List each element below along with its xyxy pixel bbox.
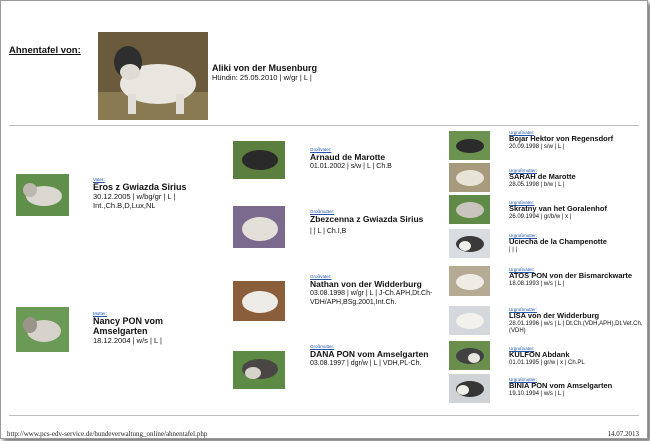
grandparent-1-info: 01.01.2002 | s/w | L | Ch.B: [310, 163, 392, 170]
great-grandparent-8-photo: [449, 374, 490, 403]
great-grandparent-3-name: Skratny van het Goralenhof: [509, 204, 607, 213]
footer-date: 14.07.2013: [607, 430, 640, 438]
great-grandparent-2-info: 28.05.1998 | b/w | L |: [509, 181, 565, 188]
great-grandparent-1-name: Bojar Hektor von Regensdorf: [509, 134, 614, 143]
father-name: Eros z Gwiazda Sirius: [93, 182, 187, 192]
grandparent-3-info: 03.08.1998 | w/gr | L | J-Ch.APH,Dt.Ch-V…: [310, 290, 433, 306]
pedigree-page: Ahnentafel von: Aliki von der Musenburg …: [0, 0, 648, 439]
great-grandparent-7-info: 01.01.1995 | gr/w | x | Ch.PL: [509, 359, 585, 366]
divider-top: [9, 125, 639, 126]
grandparent-3-name: Nathan von der Widderburg: [310, 279, 422, 289]
grandparent-4-photo: [233, 351, 285, 389]
grandparent-3-photo: [233, 281, 285, 321]
great-grandparent-7-photo: [449, 341, 490, 370]
great-grandparent-2-name: SARAH de Marotte: [509, 172, 576, 181]
footer-url: http://www.pcs-edv-service.de/hundeverwa…: [7, 430, 208, 438]
great-grandparent-5-photo: [449, 266, 490, 296]
great-grandparent-1-photo: [449, 131, 490, 160]
grandparent-2-name: Zbezcenna z Gwiazda Sirius: [310, 214, 424, 224]
father-photo: [16, 174, 69, 216]
grandparent-2-photo: [233, 206, 285, 248]
great-grandparent-6-photo: [449, 306, 490, 335]
father-info: 30.12.2005 | w/bg/gr | L | Int.,Ch.B,D,L…: [93, 192, 176, 210]
great-grandparent-7-name: KULFON Abdank: [509, 350, 570, 359]
grandparent-2-info: | | L | Ch.I,B: [310, 228, 347, 235]
great-grandparent-8-name: BINIA PON vom Amselgarten: [509, 381, 613, 390]
main-dog-info: Hündin: 25.05.2010 | w/gr | L |: [212, 73, 312, 82]
great-grandparent-3-info: 26.09.1994 | gr/b/w | x |: [509, 213, 572, 220]
grandparent-4-name: DANA PON vom Amselgarten: [310, 349, 429, 359]
great-grandparent-3-photo: [449, 195, 490, 224]
great-grandparent-8-info: 19.10.1994 | w/s | L |: [509, 390, 565, 397]
great-grandparent-4-name: Uciecha de la Champenotte: [509, 237, 607, 246]
main-dog-photo: [98, 32, 208, 120]
great-grandparent-4-info: | | |: [509, 246, 518, 253]
mother-photo: [16, 307, 69, 352]
great-grandparent-5-info: 18.08.1993 | w/s | L |: [509, 280, 565, 287]
great-grandparent-4-photo: [449, 229, 490, 258]
great-grandparent-5-name: ATOS PON von der Bismarckwarte: [509, 271, 633, 280]
great-grandparent-2-photo: [449, 163, 490, 192]
great-grandparent-6-info: 28.01.1996 | w/s | L | Dt.Ch.(VDH,APH),D…: [509, 320, 643, 334]
mother-info: 18.12.2004 | w/s | L |: [93, 336, 162, 345]
grandparent-1-photo: [233, 141, 285, 179]
great-grandparent-6-name: LISA von der Widderburg: [509, 311, 600, 320]
mother-name: Nancy PON vom Amselgarten: [93, 316, 164, 336]
great-grandparent-1-info: 20.09.1998 | s/w | L |: [509, 143, 565, 150]
pedigree-label: Ahnentafel von:: [9, 45, 81, 56]
main-dog-name: Aliki von der Musenburg: [212, 63, 318, 73]
divider-bottom: [9, 415, 639, 416]
grandparent-1-name: Arnaud de Marotte: [310, 152, 386, 162]
grandparent-4-info: 03.08.1997 | dgr/w | L | VDH,PL-Ch.: [310, 360, 422, 367]
